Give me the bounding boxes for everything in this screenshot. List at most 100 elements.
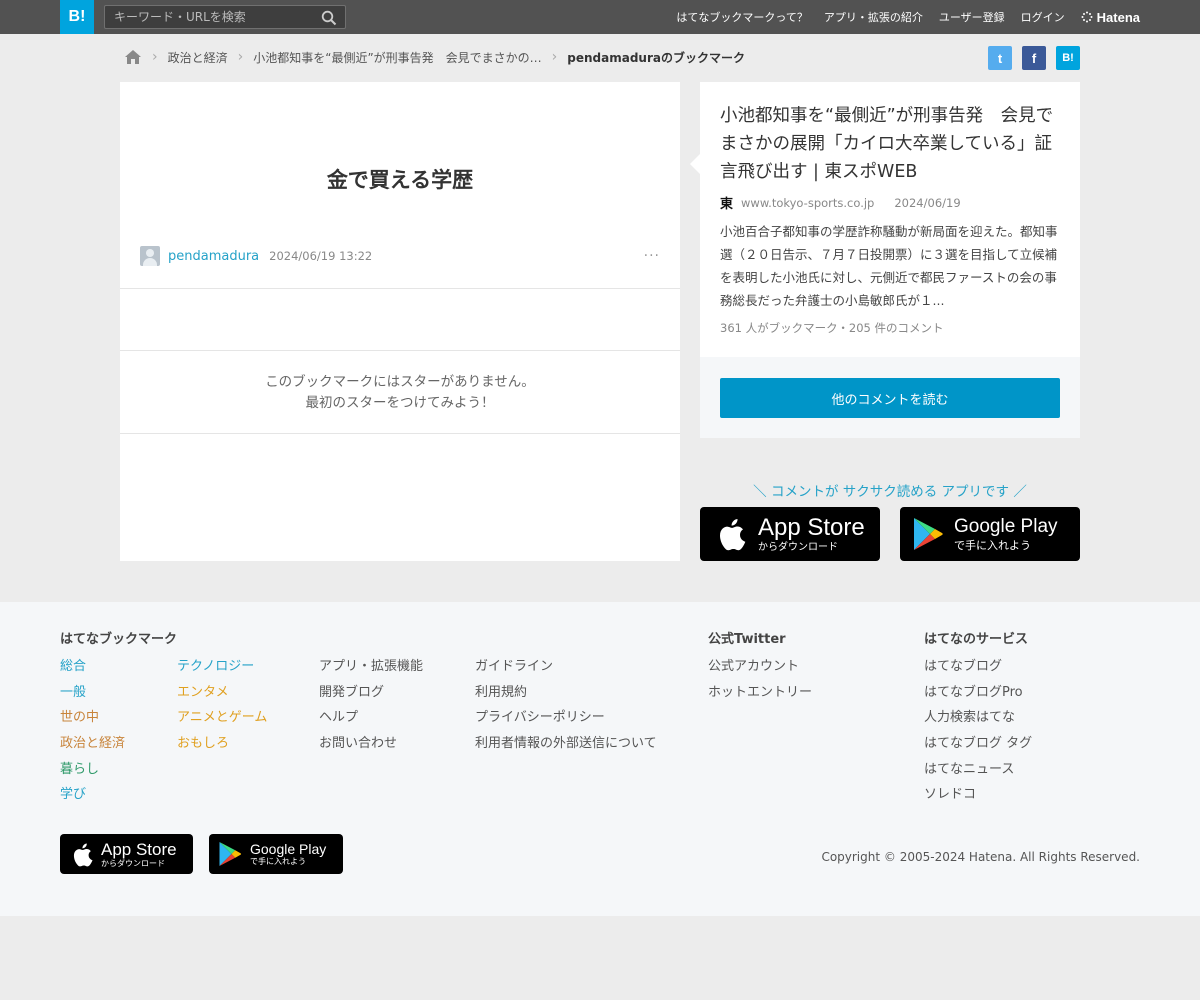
entry-card: 小池都知事を“最側近”が刑事告発 会見でまさかの展開「カイロ大卒業している」証言… [690,82,1080,357]
no-star-line-1: このブックマークにはスターがありません。 [265,374,535,390]
footer-link-category[interactable]: エンタメ [177,680,267,706]
more-options-icon[interactable]: ··· [644,248,660,264]
footer-link[interactable]: お問い合わせ [319,731,423,757]
apple-logo-icon [73,843,93,866]
facebook-share-icon[interactable]: f [1022,46,1046,70]
home-icon[interactable] [124,49,142,65]
app-store-label: App Store [101,839,177,859]
search-input[interactable] [105,6,315,28]
footer-link[interactable]: はてなブログ [924,654,1032,680]
chevron-right-icon: › [551,49,558,65]
entry-date: 2024/06/19 [894,195,961,210]
footer-link[interactable]: アプリ・拡張機能 [319,654,423,680]
entry-description: 小池百合子都知事の学歴詐称騒動が新局面を迎えた。都知事選（２０日告示、７月７日投… [720,224,1058,308]
entry-meta: 東 www.tokyo-sports.co.jp 2024/06/19 [720,193,961,213]
chevron-right-icon: › [237,49,244,65]
divider [120,350,680,351]
chevron-right-icon: › [152,49,158,65]
app-store-sublabel: からダウンロード [101,858,165,868]
footer-links-d: ガイドライン 利用規約 プライバシーポリシー 利用者情報の外部送信について [475,654,657,757]
footer-link[interactable]: 公式アカウント [708,654,812,680]
entry-counts[interactable]: 361 人がブックマーク・205 件のコメント [720,320,943,336]
footer-google-play-badge[interactable]: Google Play で手に入れよう [209,834,343,874]
no-star-line-2: 最初のスターをつけてみよう！ [305,395,495,411]
google-play-sublabel: で手に入れよう [250,857,306,866]
nav-about[interactable]: はてなブックマークって？ [676,9,807,25]
footer-link[interactable]: 人力検索はてな [924,705,1032,731]
google-play-sublabel: で手に入れよう [954,539,1031,552]
bookmark-card: 金で買える学歴 pendamadura 2024/06/19 13:22 ···… [120,82,680,561]
footer-app-store-badge[interactable]: App Store からダウンロード [60,834,193,874]
top-nav: はてなブックマークって？ アプリ・拡張の紹介 ユーザー登録 ログイン Haten… [676,0,1140,34]
footer-link[interactable]: ヘルプ [319,705,423,731]
google-play-label: Google Play [954,516,1058,537]
read-other-comments-button[interactable]: 他のコメントを読む [720,378,1060,418]
username-link[interactable]: pendamadura [168,249,259,264]
nav-register[interactable]: ユーザー登録 [939,9,1005,25]
google-play-logo-icon [219,842,242,866]
footer-categories-a: 総合 一般 世の中 政治と経済 暮らし 学び [60,654,125,808]
entry-actions: 他のコメントを読む [700,357,1080,438]
footer-link-category[interactable]: 世の中 [60,705,125,731]
footer-link-category[interactable]: アニメとゲーム [177,705,267,731]
footer-link[interactable]: 利用者情報の外部送信について [475,731,657,757]
app-store-badge[interactable]: App Store からダウンロード [700,507,880,561]
bookmark-datetime[interactable]: 2024/06/19 13:22 [269,249,372,263]
share-buttons: t f B! [988,46,1080,70]
footer-link[interactable]: 開発ブログ [319,680,423,706]
divider [120,288,680,289]
footer-link-category[interactable]: 政治と経済 [60,731,125,757]
footer-services: はてなブログ はてなブログPro 人力検索はてな はてなブログ タグ はてなニュ… [924,654,1032,808]
no-star-message: このブックマークにはスターがありません。 最初のスターをつけてみよう！ [120,372,680,414]
divider [120,433,680,434]
footer-link-category[interactable]: おもしろ [177,731,267,757]
copyright: Copyright © 2005-2024 Hatena. All Rights… [821,850,1140,864]
footer-link-category[interactable]: 暮らし [60,757,125,783]
google-play-label: Google Play [250,841,327,857]
footer-heading-services: はてなのサービス [924,632,1029,647]
breadcrumb: › 政治と経済 › 小池都知事を“最側近”が刑事告発 会見でまさかの… › pe… [124,47,745,67]
bookmark-comment: 金で買える学歴 [326,168,474,192]
app-store-label: App Store [758,513,865,541]
search-icon[interactable] [321,10,337,26]
entry-title-link[interactable]: 小池都知事を“最側近”が刑事告発 会見でまさかの展開「カイロ大卒業している」証言… [720,102,1060,186]
hatena-share-icon[interactable]: B! [1056,46,1080,70]
hatena-brand-link[interactable]: Hatena [1081,10,1140,25]
footer-heading-bookmark: はてなブックマーク [60,632,178,647]
footer-heading-twitter: 公式Twitter [708,632,786,647]
app-promo-text: ＼ コメントが サクサク読める アプリです ／ [753,484,1027,500]
google-play-logo-icon [914,518,943,550]
hatena-dots-icon [1081,11,1093,23]
footer-link[interactable]: はてなニュース [924,757,1032,783]
footer-link-category[interactable]: 総合 [60,654,125,680]
footer-link[interactable]: 利用規約 [475,680,657,706]
search-box [104,5,346,29]
breadcrumb-entry[interactable]: 小池都知事を“最側近”が刑事告発 会見でまさかの… [253,49,541,66]
breadcrumb-category[interactable]: 政治と経済 [168,49,228,66]
bookmark-user-row: pendamadura 2024/06/19 13:22 ··· [140,246,660,266]
footer-link-category[interactable]: 学び [60,782,125,808]
footer: はてなブックマーク 総合 一般 世の中 政治と経済 暮らし 学び テクノロジー … [0,602,1200,916]
footer-links-c: アプリ・拡張機能 開発ブログ ヘルプ お問い合わせ [319,654,423,757]
footer-link-category[interactable]: 一般 [60,680,125,706]
app-store-sublabel: からダウンロード [758,541,838,553]
site-favicon-icon: 東 [720,197,734,212]
footer-twitter-links: 公式アカウント ホットエントリー [708,654,812,705]
twitter-share-icon[interactable]: t [988,46,1012,70]
footer-link[interactable]: ホットエントリー [708,680,812,706]
apple-logo-icon [720,519,746,551]
hatena-brand-text: Hatena [1096,9,1140,25]
hatena-bookmark-logo[interactable]: B! [60,0,94,34]
footer-link[interactable]: プライバシーポリシー [475,705,657,731]
entry-domain-link[interactable]: www.tokyo-sports.co.jp [741,196,874,210]
google-play-badge[interactable]: Google Play で手に入れよう [900,507,1080,561]
footer-link-category[interactable]: テクノロジー [177,654,267,680]
footer-link[interactable]: はてなブログ タグ [924,731,1032,757]
top-navigation-bar: B! はてなブックマークって？ アプリ・拡張の紹介 ユーザー登録 ログイン Ha… [0,0,1200,34]
nav-apps[interactable]: アプリ・拡張の紹介 [824,9,923,25]
footer-link[interactable]: ガイドライン [475,654,657,680]
footer-link[interactable]: はてなブログPro [924,680,1032,706]
nav-login[interactable]: ログイン [1021,9,1065,25]
avatar[interactable] [140,246,160,266]
footer-link[interactable]: ソレドコ [924,782,1032,808]
